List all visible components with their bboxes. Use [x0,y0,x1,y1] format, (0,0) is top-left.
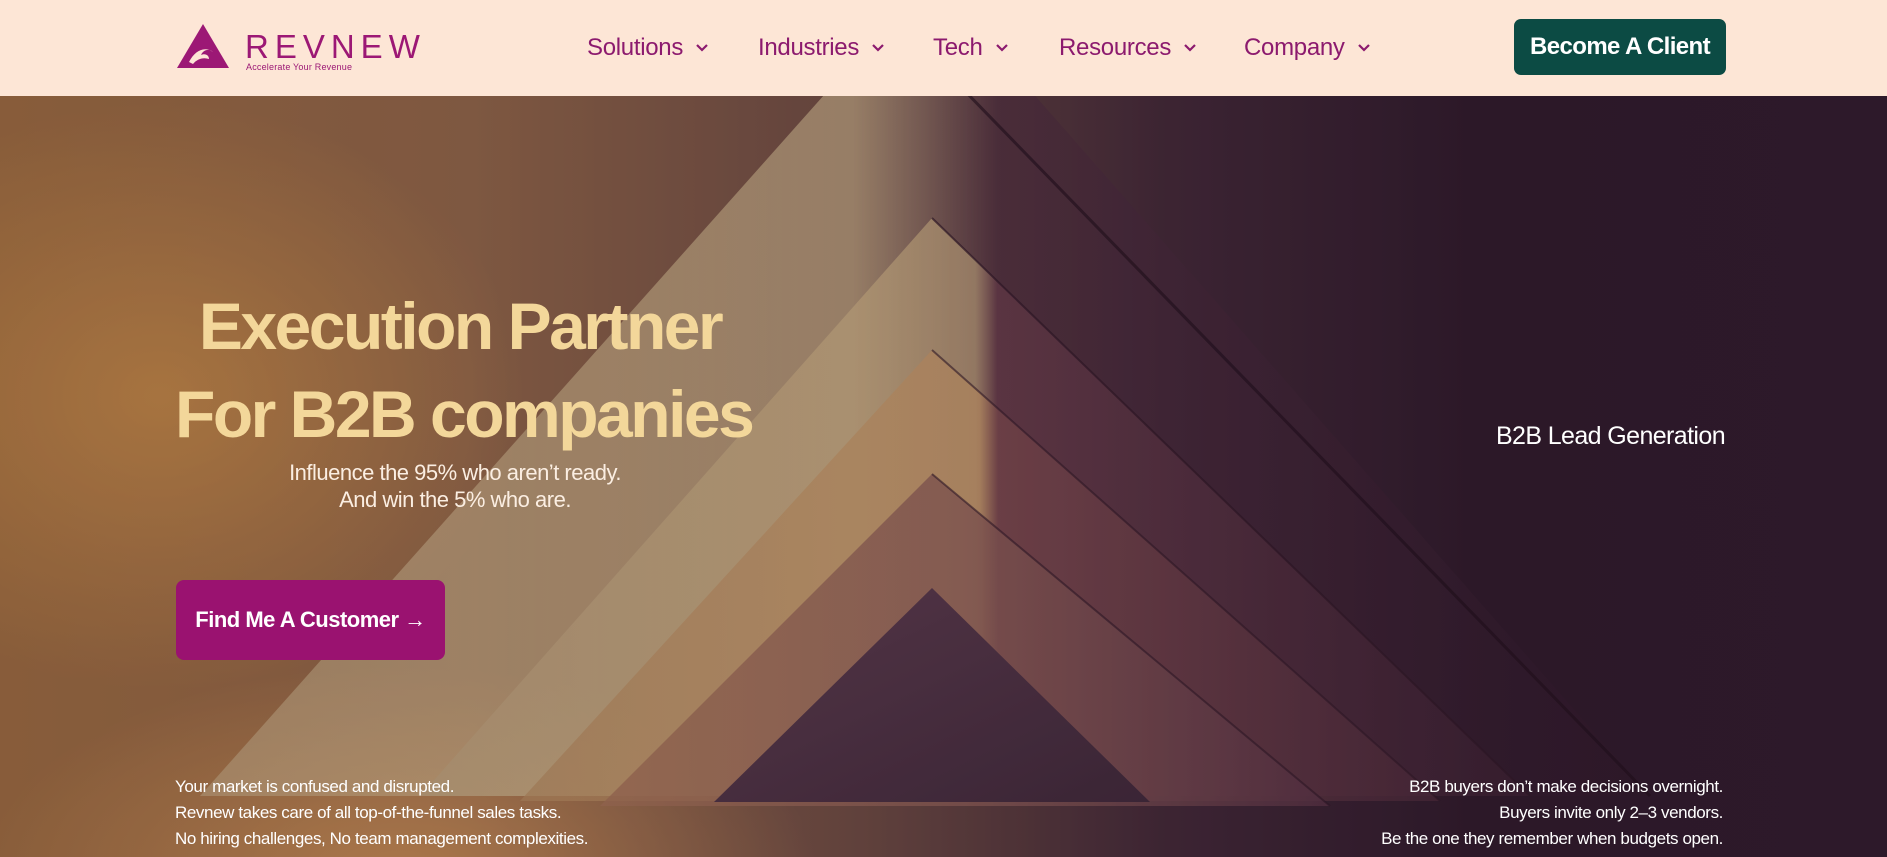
nav-item-label: Tech [933,34,983,61]
chevron-down-icon [696,44,708,52]
chevron-down-icon [1357,44,1370,52]
hero-section: Execution Partner For B2B companies Infl… [0,96,1887,857]
brand-tagline: Accelerate Your Revenue [246,62,353,72]
hero-subline-2: And win the 5% who are. [339,487,571,512]
chevron-down-icon [1184,44,1196,52]
find-customer-button[interactable]: Find Me A Customer → [176,580,445,660]
right-point: Be the one they remember when budgets op… [1381,829,1723,848]
nav-item-label: Resources [1059,34,1172,61]
right-point: B2B buyers don’t make decisions overnigh… [1409,777,1723,796]
nav-item-label: Solutions [587,34,684,61]
nav-item-tech[interactable]: Tech [933,30,1009,66]
nav-item-resources[interactable]: Resources [1059,30,1197,66]
chevron-down-icon [872,44,884,52]
hero-headline-line2: For B2B companies [175,377,755,451]
hero-headline: Execution Partner For B2B companies [175,282,755,458]
logo-mark-icon [177,24,229,68]
site-header: REVNEW Accelerate Your Revenue Solutions… [0,0,1887,96]
nav-item-label: Company [1244,34,1345,61]
service-label: B2B Lead Generation [1495,422,1726,450]
brand-wordmark: REVNEW [245,28,426,65]
chevron-down-icon [995,44,1008,52]
hero-right-points: B2B buyers don’t make decisions overnigh… [1123,774,1723,852]
brand-logo[interactable]: REVNEW Accelerate Your Revenue [175,22,420,72]
left-point: No hiring challenges, No team management… [175,829,589,848]
left-point: Revnew takes care of all top-of-the-funn… [175,803,562,822]
hero-headline-line1: Execution Partner [198,289,724,363]
become-client-button[interactable]: Become A Client [1514,19,1726,75]
hero-left-points: Your market is confused and disrupted. R… [175,774,775,852]
nav-item-label: Industries [758,34,860,61]
right-point: Buyers invite only 2–3 vendors. [1499,803,1723,822]
nav-item-industries[interactable]: Industries [758,30,885,66]
nav-item-solutions[interactable]: Solutions [587,30,709,66]
hero-subline-1: Influence the 95% who aren’t ready. [289,460,621,485]
left-point: Your market is confused and disrupted. [175,777,455,796]
nav-item-company[interactable]: Company [1244,30,1371,66]
